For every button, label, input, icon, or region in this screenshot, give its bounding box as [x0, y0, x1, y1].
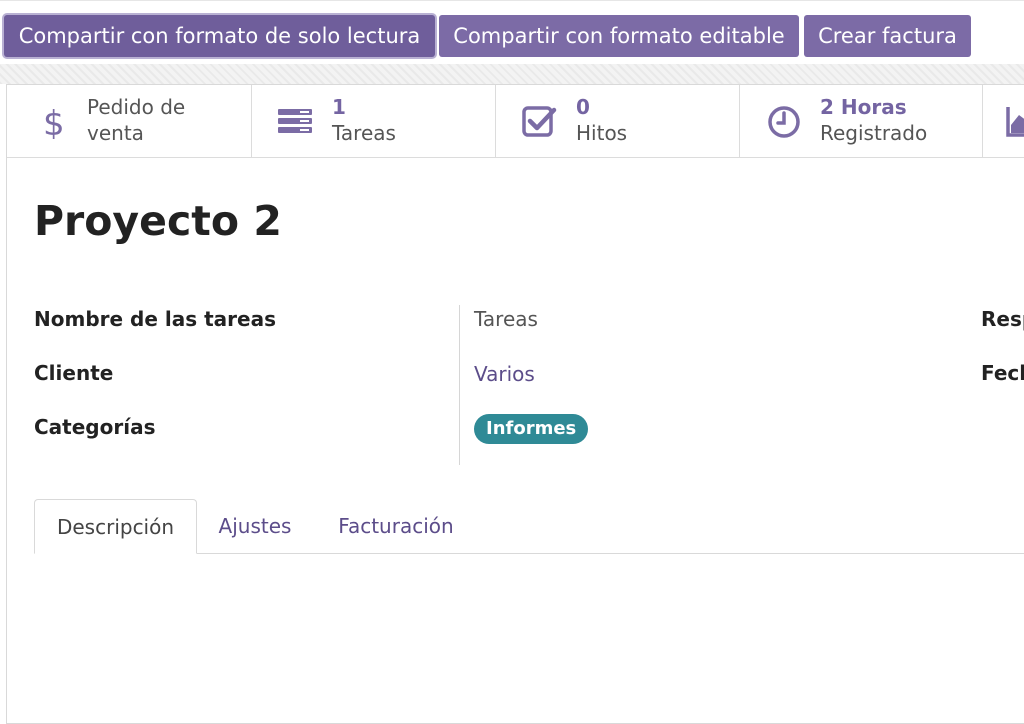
form-sheet: $ Pedido de venta 1 Tareas 0 Hitos 2 Hor…: [6, 84, 1024, 724]
dollar-icon: $: [31, 103, 71, 139]
tasks-smart-button[interactable]: 1 Tareas: [252, 85, 496, 157]
notebook-tabs: Descripción Ajustes Facturación: [34, 499, 1024, 554]
sale-order-line2: venta: [87, 121, 144, 145]
tasks-icon: [276, 103, 316, 139]
tab-invoicing[interactable]: Facturación: [323, 499, 469, 553]
task-name-field[interactable]: Tareas: [474, 307, 538, 331]
hatched-background: [0, 64, 1024, 84]
milestones-smart-button[interactable]: 0 Hitos: [496, 85, 740, 157]
svg-text:$: $: [43, 104, 65, 139]
customer-field[interactable]: Varios: [474, 362, 535, 386]
hours-label: Registrado: [820, 121, 928, 145]
share-readonly-button[interactable]: Compartir con formato de solo lectura: [4, 15, 435, 57]
action-bar: Compartir con formato de solo lectura Co…: [0, 0, 1024, 65]
sale-order-line1: Pedido de: [87, 95, 186, 119]
milestones-label: Hitos: [576, 121, 628, 145]
sale-order-smart-button[interactable]: $ Pedido de venta: [7, 85, 252, 157]
check-square-icon: [520, 103, 560, 139]
tags-label: Categorías: [34, 415, 156, 439]
tab-description[interactable]: Descripción: [34, 499, 197, 554]
tasks-label: Tareas: [332, 121, 396, 145]
hours-value: 2 Horas: [820, 95, 907, 119]
tab-settings[interactable]: Ajustes: [205, 499, 305, 553]
share-editable-button[interactable]: Compartir con formato editable: [439, 15, 799, 57]
create-invoice-button[interactable]: Crear factura: [804, 15, 971, 57]
date-label: Fech: [981, 361, 1024, 385]
customer-label: Cliente: [34, 361, 114, 385]
hours-smart-button[interactable]: 2 Horas Registrado: [740, 85, 983, 157]
tag-badge[interactable]: Informes: [474, 414, 589, 444]
smart-buttons-row: $ Pedido de venta 1 Tareas 0 Hitos 2 Hor…: [7, 85, 1024, 158]
responsible-label: Resp: [981, 307, 1024, 331]
field-separator: [459, 305, 460, 465]
page-title: Proyecto 2: [34, 197, 282, 245]
milestones-count: 0: [576, 95, 590, 119]
area-chart-icon: [1005, 103, 1024, 139]
tasks-count: 1: [332, 95, 346, 119]
task-name-label: Nombre de las tareas: [34, 307, 276, 331]
more-smart-button[interactable]: [983, 85, 1024, 157]
clock-icon: [764, 103, 804, 139]
